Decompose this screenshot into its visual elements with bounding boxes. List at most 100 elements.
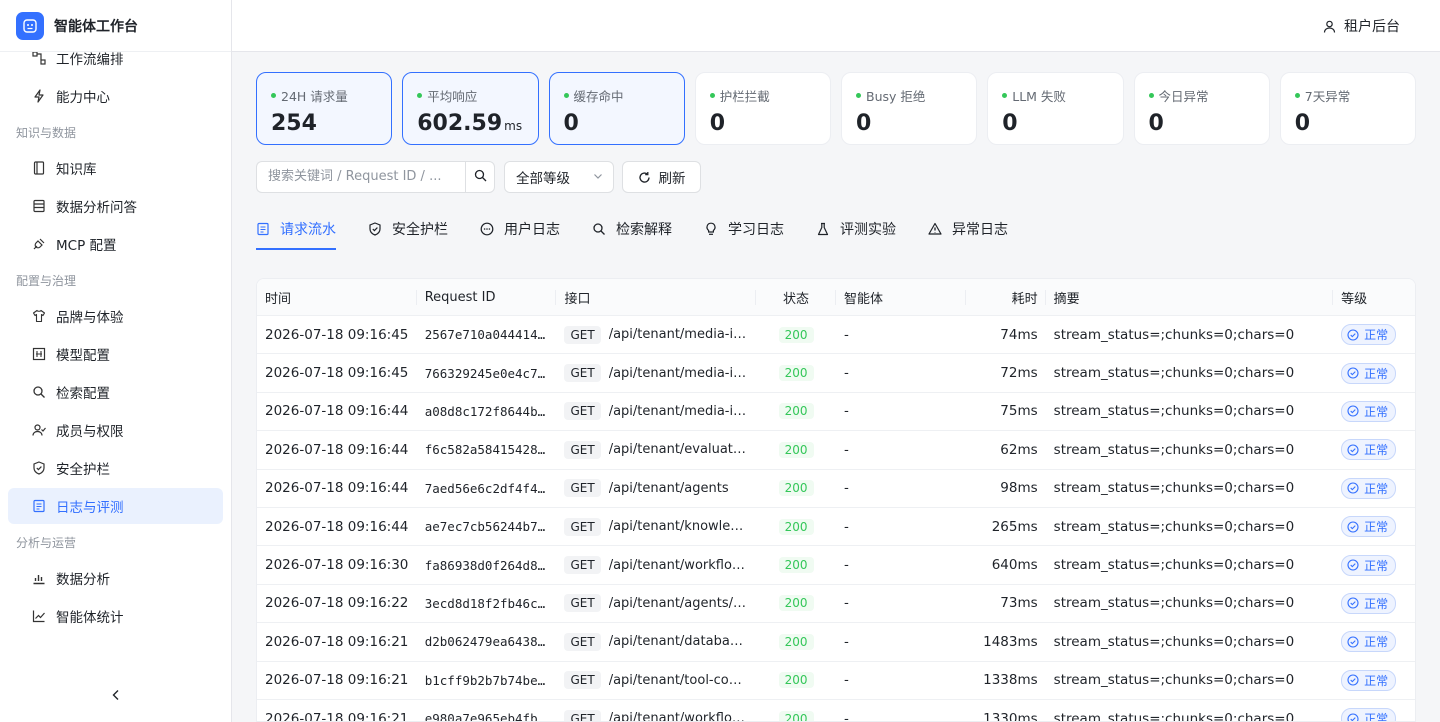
tab-label: 异常日志	[952, 222, 1008, 238]
refresh-button[interactable]: 刷新	[622, 161, 701, 193]
cell-summary: stream_status=;chunks=0;chars=0	[1053, 326, 1295, 343]
sidebar-item-model[interactable]: 模型配置	[8, 336, 223, 372]
column-header-request-id[interactable]: Request ID	[417, 279, 557, 315]
http-method-badge: GET	[564, 671, 601, 690]
tab-learning-log[interactable]: 学习日志	[704, 208, 784, 250]
level-badge: 正常	[1341, 554, 1397, 576]
column-header-duration[interactable]: 耗时	[966, 279, 1046, 315]
cell-request-id[interactable]: e980a7e965eb4fb...	[417, 711, 557, 721]
cell-duration: 74ms	[1000, 326, 1038, 343]
cell-level: 正常	[1333, 631, 1415, 653]
sidebar-item-brand[interactable]: 品牌与体验	[8, 298, 223, 334]
cell-request-id[interactable]: 2567e710a044414...	[417, 327, 557, 342]
column-header-summary[interactable]: 摘要	[1046, 279, 1334, 315]
database-icon	[32, 199, 46, 213]
sidebar-item-label: 模型配置	[56, 348, 110, 364]
search-icon	[32, 385, 46, 399]
bulb-icon	[704, 222, 718, 236]
cell-request-id[interactable]: fa86938d0f264d8...	[417, 558, 557, 573]
cell-time: 2026-07-18 09:16:22	[265, 595, 409, 612]
sidebar-item-workflow[interactable]: 工作流编排	[8, 52, 223, 76]
level-badge: 正常	[1341, 400, 1397, 422]
cell-request-id[interactable]: b1cff9b2b7b74be...	[417, 673, 557, 688]
tab-request-log[interactable]: 请求流水	[256, 208, 336, 250]
table-row[interactable]: 2026-07-18 09:16:44 a08d8c172f8644b... GET…	[257, 393, 1415, 432]
cell-request-id[interactable]: 3ecd8d18f2fb46c...	[417, 596, 557, 611]
cell-status: 200	[756, 557, 836, 574]
cell-time: 2026-07-18 09:16:21	[265, 672, 409, 689]
sidebar-item-data-qa[interactable]: 数据分析问答	[8, 188, 223, 224]
cell-request-id[interactable]: ae7ec7cb56244b7...	[417, 519, 557, 534]
status-code-badge: 200	[778, 595, 814, 612]
stat-value: 254	[271, 111, 317, 136]
sidebar-item-logs[interactable]: 日志与评测	[8, 488, 223, 524]
table-row[interactable]: 2026-07-18 09:16:44 ae7ec7cb56244b7... GET…	[257, 508, 1415, 547]
tenant-admin-link[interactable]: 租户后台	[1323, 16, 1400, 36]
sidebar-item-mcp[interactable]: MCP 配置	[8, 226, 223, 262]
cell-status: 200	[756, 480, 836, 497]
sidebar-item-knowledge[interactable]: 知识库	[8, 150, 223, 186]
search-button[interactable]	[465, 161, 495, 193]
table-row[interactable]: 2026-07-18 09:16:45 2567e710a044414... GET…	[257, 316, 1415, 355]
table-row[interactable]: 2026-07-18 09:16:44 f6c582a58415428... GET…	[257, 431, 1415, 470]
cell-summary: stream_status=;chunks=0;chars=0	[1053, 518, 1295, 535]
tab-evaluation[interactable]: 评测实验	[816, 208, 896, 250]
cell-agent: -	[844, 365, 849, 382]
level-badge: 正常	[1341, 324, 1397, 346]
cell-request-id[interactable]: f6c582a58415428...	[417, 442, 557, 457]
table-row[interactable]: 2026-07-18 09:16:44 7aed56e6c2df4f4... GET…	[257, 470, 1415, 508]
table-row[interactable]: 2026-07-18 09:16:21 e980a7e965eb4fb... GET…	[257, 700, 1415, 721]
cell-request-id[interactable]: 766329245e0e4c7...	[417, 366, 557, 381]
cell-summary: stream_status=;chunks=0;chars=0	[1053, 365, 1295, 382]
sidebar-collapse-button[interactable]	[0, 672, 231, 722]
cell-level: 正常	[1333, 592, 1415, 614]
search-input[interactable]: 搜索关键词 / Request ID / ...	[256, 161, 465, 193]
grid-icon	[32, 347, 46, 361]
stats-row: 24H 请求量 254 平均响应 602.59 ms 缓存命中 0 护栏拦截 0 …	[256, 72, 1416, 145]
tab-user-log[interactable]: 用户日志	[480, 208, 560, 250]
check-circle-icon	[1347, 597, 1359, 609]
sidebar-item-label: 检索配置	[56, 386, 110, 402]
stat-value: 602.59	[417, 111, 503, 136]
column-header-level[interactable]: 等级	[1333, 279, 1415, 315]
app-logo-icon	[16, 11, 44, 40]
column-header-time[interactable]: 时间	[257, 279, 417, 315]
level-badge: 正常	[1341, 669, 1397, 691]
cell-agent: -	[844, 595, 849, 612]
column-header-status[interactable]: 状态	[756, 279, 836, 315]
column-header-api[interactable]: 接口	[556, 279, 756, 315]
chat-icon	[480, 222, 494, 236]
table-row[interactable]: 2026-07-18 09:16:45 766329245e0e4c7... GET…	[257, 354, 1415, 393]
sidebar-item-guardrail[interactable]: 安全护栏	[8, 450, 223, 486]
cell-api: GET/api/tenant/agents	[556, 479, 756, 498]
table-row[interactable]: 2026-07-18 09:16:22 3ecd8d18f2fb46c... GET…	[257, 585, 1415, 624]
sidebar-item-capability[interactable]: 能力中心	[8, 78, 223, 114]
cell-request-id[interactable]: a08d8c172f8644b...	[417, 404, 557, 419]
check-circle-icon	[1347, 482, 1359, 494]
table-row[interactable]: 2026-07-18 09:16:21 d2b062479ea6438... GET…	[257, 623, 1415, 662]
request-log-table: 时间 Request ID 接口 状态 智能体 耗时 摘要 等级 2026-07…	[256, 278, 1416, 722]
level-select-value: 全部等级	[516, 171, 570, 187]
level-label: 正常	[1364, 404, 1389, 419]
check-circle-icon	[1347, 444, 1359, 456]
cell-agent: -	[844, 441, 849, 458]
sidebar-item-members[interactable]: 成员与权限	[8, 412, 223, 448]
chevron-down-icon	[593, 169, 603, 185]
tab-guardrail[interactable]: 安全护栏	[368, 208, 448, 250]
table-row[interactable]: 2026-07-18 09:16:30 fa86938d0f264d8... GET…	[257, 546, 1415, 585]
level-select[interactable]: 全部等级	[504, 161, 614, 193]
sidebar-item-retrieval[interactable]: 检索配置	[8, 374, 223, 410]
level-label: 正常	[1364, 558, 1389, 573]
cell-status: 200	[756, 365, 836, 382]
table-row[interactable]: 2026-07-18 09:16:21 b1cff9b2b7b74be... GET…	[257, 662, 1415, 700]
sidebar-item-agent-stats[interactable]: 智能体统计	[8, 598, 223, 634]
level-label: 正常	[1364, 443, 1389, 458]
column-header-agent[interactable]: 智能体	[836, 279, 966, 315]
sidebar-group-title: 知识与数据	[16, 126, 77, 140]
tab-retrieval-explain[interactable]: 检索解释	[592, 208, 672, 250]
cell-request-id[interactable]: d2b062479ea6438...	[417, 634, 557, 649]
users-icon	[32, 423, 46, 437]
cell-request-id[interactable]: 7aed56e6c2df4f4...	[417, 481, 557, 496]
tab-error-log[interactable]: 异常日志	[928, 208, 1008, 250]
sidebar-item-analytics[interactable]: 数据分析	[8, 560, 223, 596]
